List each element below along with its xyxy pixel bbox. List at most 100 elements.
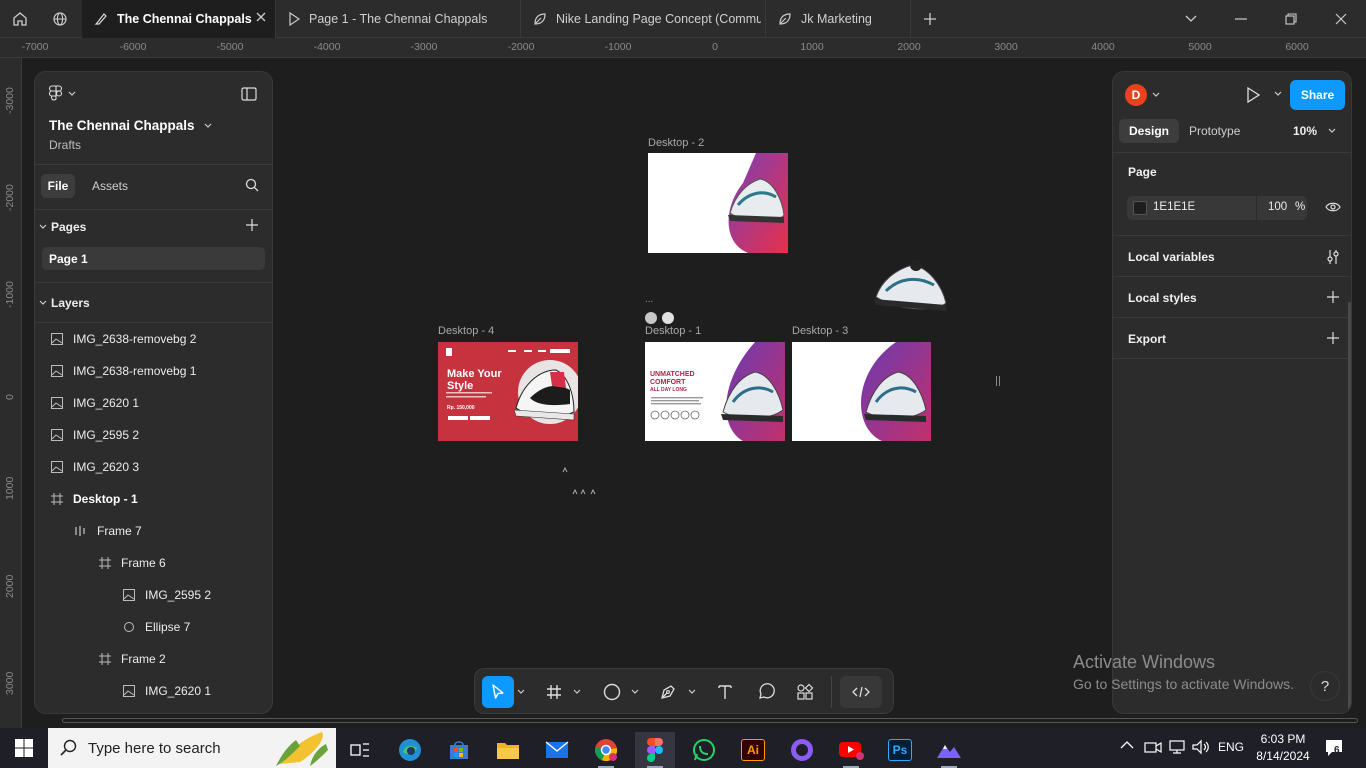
home-icon[interactable] bbox=[0, 0, 40, 38]
layer-item[interactable]: Desktop - 1 bbox=[51, 483, 138, 515]
tab-page-1[interactable]: Page 1 - The Chennai Chappals bbox=[276, 0, 521, 38]
tab-file[interactable]: File bbox=[41, 174, 75, 198]
add-export-plus-icon[interactable] bbox=[1327, 332, 1339, 344]
community-globe-icon[interactable] bbox=[40, 0, 80, 38]
chevron-down-icon[interactable] bbox=[515, 676, 527, 708]
language-indicator[interactable]: ENG bbox=[1218, 740, 1244, 754]
clock[interactable]: 6:03 PM 8/14/2024 bbox=[1252, 731, 1314, 765]
pages-section-header[interactable]: Pages bbox=[39, 220, 86, 234]
floating-shoe-image[interactable] bbox=[872, 255, 950, 317]
illustrator-icon[interactable]: Ai bbox=[733, 732, 773, 768]
file-location[interactable]: Drafts bbox=[49, 138, 81, 152]
color-swatch[interactable] bbox=[1133, 201, 1147, 215]
tab-assets[interactable]: Assets bbox=[92, 179, 128, 193]
component-dot[interactable] bbox=[645, 312, 657, 324]
move-tool-button[interactable] bbox=[482, 676, 514, 708]
show-hidden-icons-chevron[interactable] bbox=[1120, 740, 1134, 750]
layer-item[interactable]: IMG_2638-removebg 1 bbox=[51, 355, 196, 387]
chevron-down-icon[interactable] bbox=[629, 676, 641, 708]
restore-icon[interactable] bbox=[1266, 0, 1316, 38]
zoom-dropdown[interactable]: 10% bbox=[1293, 124, 1337, 138]
tab-design[interactable]: Design bbox=[1119, 119, 1179, 143]
export-label[interactable]: Export bbox=[1128, 332, 1166, 346]
layer-item[interactable]: IMG_2595 2 bbox=[123, 579, 211, 611]
toggle-sidebar-icon[interactable] bbox=[241, 87, 257, 101]
chevron-down-icon[interactable] bbox=[686, 676, 698, 708]
canvas-horizontal-scrollbar[interactable] bbox=[62, 718, 1358, 723]
layers-section-header[interactable]: Layers bbox=[39, 296, 90, 310]
frame-desktop-1[interactable]: UNMATCHED COMFORT ALL DAY LONG bbox=[645, 342, 785, 441]
frame-desktop-4[interactable]: Make Your Style Rp. 150,000 bbox=[438, 342, 578, 441]
search-icon[interactable] bbox=[245, 178, 259, 192]
multiplayer-avatar-button[interactable]: D bbox=[1125, 84, 1161, 106]
mountain-app-icon[interactable] bbox=[929, 732, 969, 768]
component-dot[interactable] bbox=[662, 312, 674, 324]
close-tab-icon[interactable] bbox=[255, 11, 267, 23]
help-button[interactable]: ? bbox=[1310, 671, 1340, 701]
windows-start-icon[interactable] bbox=[4, 730, 44, 766]
local-styles-label[interactable]: Local styles bbox=[1128, 291, 1197, 305]
page-color-hex-input[interactable]: 1E1E1E bbox=[1153, 201, 1195, 213]
tab-prototype[interactable]: Prototype bbox=[1189, 124, 1240, 138]
chrome-icon[interactable] bbox=[586, 732, 626, 768]
mail-icon[interactable] bbox=[537, 732, 577, 768]
layer-item[interactable]: Frame 7 bbox=[75, 515, 142, 547]
page-opacity-input[interactable]: 100 bbox=[1268, 201, 1287, 213]
microsoft-store-icon[interactable] bbox=[439, 732, 479, 768]
comment-tool-button[interactable] bbox=[751, 676, 781, 708]
frame-label-desktop-3[interactable]: Desktop - 3 bbox=[792, 325, 848, 337]
layer-item[interactable]: IMG_2595 2 bbox=[51, 419, 139, 451]
layer-item[interactable]: Ellipse 7 bbox=[123, 611, 190, 643]
frame-desktop-3[interactable] bbox=[792, 342, 931, 441]
frame-desktop-2[interactable] bbox=[648, 153, 788, 253]
photoshop-icon[interactable]: Ps bbox=[880, 732, 920, 768]
hidden-layers-ellipsis[interactable]: ... bbox=[645, 294, 653, 305]
file-explorer-icon[interactable] bbox=[488, 732, 528, 768]
frame-label-desktop-4[interactable]: Desktop - 4 bbox=[438, 325, 494, 337]
tab-nike-landing[interactable]: Nike Landing Page Concept (Commu bbox=[521, 0, 766, 38]
network-icon[interactable] bbox=[1168, 739, 1186, 755]
variables-sliders-icon[interactable] bbox=[1326, 249, 1340, 265]
pen-tool-button[interactable] bbox=[653, 676, 683, 708]
task-view-icon[interactable] bbox=[340, 732, 380, 768]
dev-mode-toggle[interactable] bbox=[840, 676, 882, 708]
minimize-icon[interactable] bbox=[1216, 0, 1266, 38]
frame-label-desktop-1[interactable]: Desktop - 1 bbox=[645, 325, 701, 337]
share-button[interactable]: Share bbox=[1290, 80, 1345, 110]
tabs-dropdown-chevron-icon[interactable] bbox=[1166, 0, 1216, 38]
layer-item[interactable]: IMG_2620 1 bbox=[123, 675, 211, 707]
volume-icon[interactable] bbox=[1192, 739, 1210, 755]
edge-browser-icon[interactable] bbox=[390, 732, 430, 768]
layer-item[interactable]: Frame 2 bbox=[99, 643, 166, 675]
canvas-small-element[interactable] bbox=[561, 466, 601, 498]
tab-the-chennai-chappals[interactable]: The Chennai Chappals bbox=[82, 0, 276, 38]
local-variables-label[interactable]: Local variables bbox=[1128, 250, 1215, 264]
new-tab-plus-icon[interactable] bbox=[910, 0, 950, 38]
canvas-small-element[interactable] bbox=[996, 376, 1000, 386]
panel-scrollbar[interactable] bbox=[1348, 302, 1351, 712]
present-play-icon[interactable] bbox=[1246, 87, 1260, 103]
notification-center-icon[interactable]: 6 bbox=[1324, 738, 1344, 758]
layer-item[interactable]: IMG_2638-removebg 2 bbox=[51, 323, 196, 355]
chevron-down-icon[interactable] bbox=[571, 676, 583, 708]
whatsapp-icon[interactable] bbox=[684, 732, 724, 768]
meet-now-icon[interactable] bbox=[1144, 739, 1162, 755]
frame-label-desktop-2[interactable]: Desktop - 2 bbox=[648, 137, 704, 149]
shape-tool-button[interactable] bbox=[597, 676, 627, 708]
page-fill-field[interactable]: 1E1E1E 100 % bbox=[1127, 196, 1307, 220]
resources-tool-button[interactable] bbox=[790, 676, 820, 708]
page-item-page-1[interactable]: Page 1 bbox=[42, 247, 265, 270]
close-window-icon[interactable] bbox=[1316, 0, 1366, 38]
taskbar-search-box[interactable]: Type here to search bbox=[48, 728, 336, 768]
youtube-icon[interactable] bbox=[831, 732, 871, 768]
tab-jk-marketing[interactable]: Jk Marketing bbox=[766, 0, 911, 38]
text-tool-button[interactable] bbox=[710, 676, 740, 708]
chevron-down-icon[interactable] bbox=[1273, 90, 1283, 98]
file-name-button[interactable]: The Chennai Chappals bbox=[49, 118, 213, 133]
figma-app-icon[interactable] bbox=[635, 732, 675, 768]
github-desktop-icon[interactable] bbox=[782, 732, 822, 768]
layer-item[interactable]: IMG_2620 3 bbox=[51, 451, 139, 483]
main-menu-button[interactable] bbox=[49, 85, 77, 103]
add-style-plus-icon[interactable] bbox=[1327, 291, 1339, 303]
frame-tool-button[interactable] bbox=[539, 676, 569, 708]
